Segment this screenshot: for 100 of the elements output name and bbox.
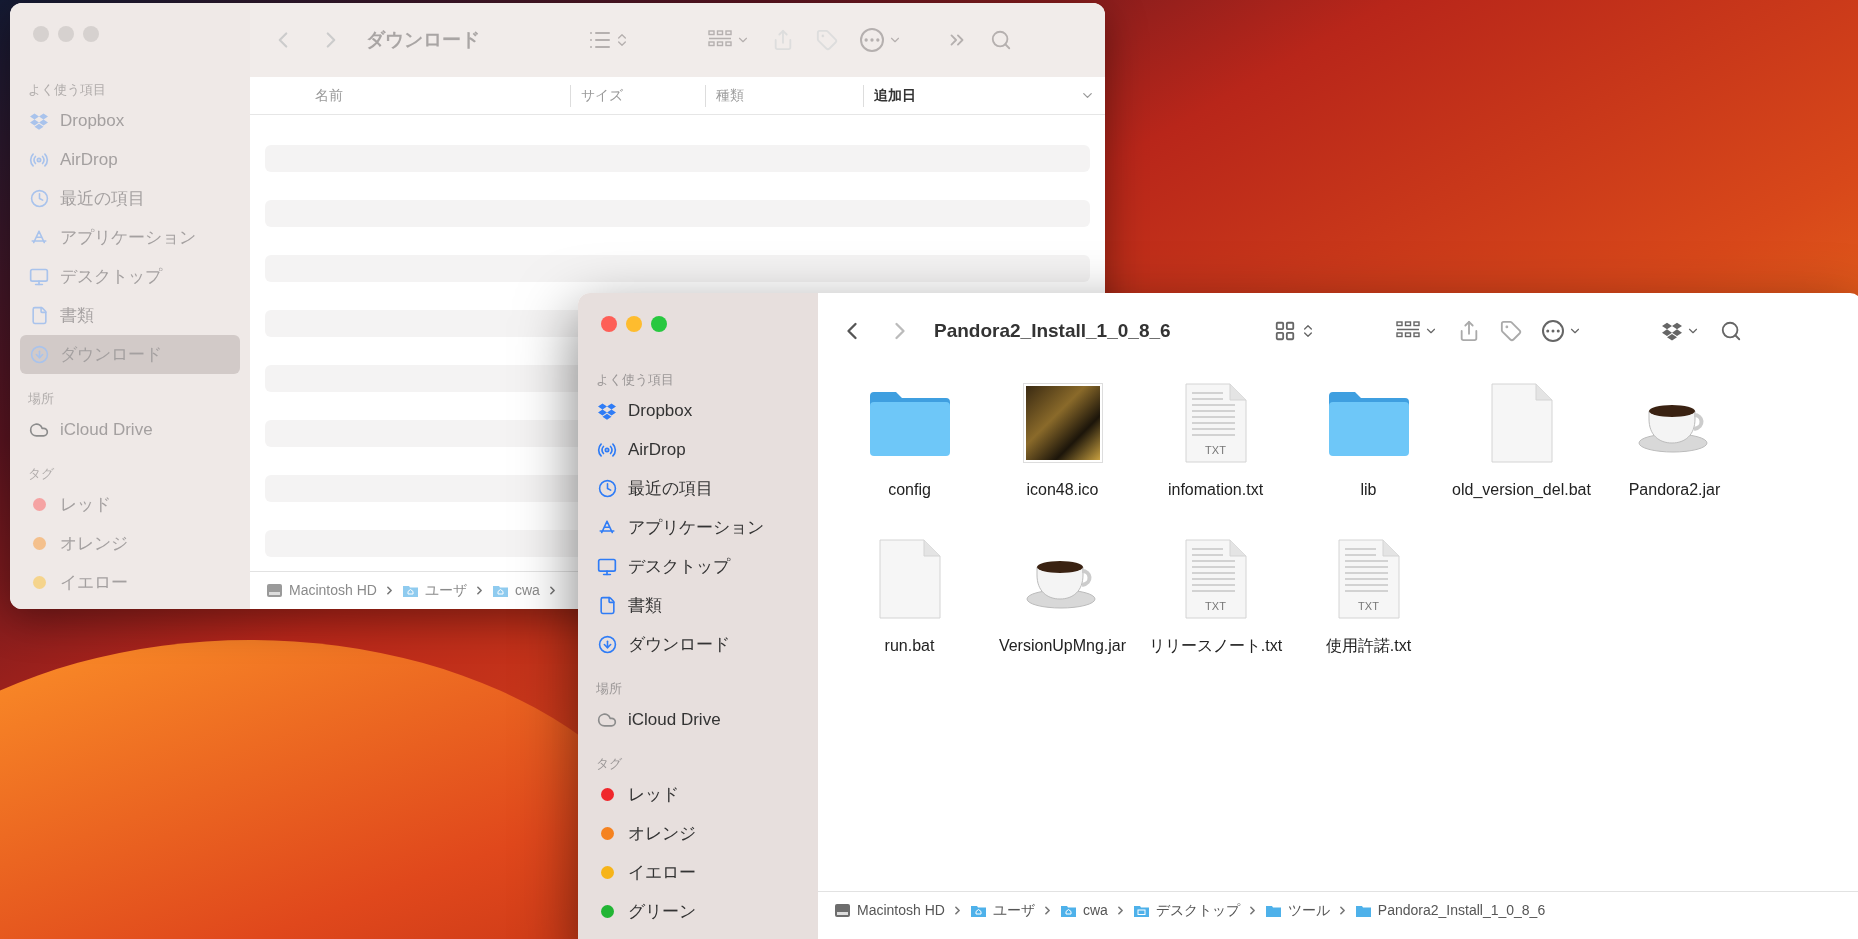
download-icon — [29, 345, 49, 364]
text-document-icon — [1337, 539, 1400, 619]
file-item[interactable]: lib — [1292, 381, 1445, 537]
sidebar-label: オレンジ — [628, 822, 696, 845]
sidebar-item[interactable]: オレンジ — [588, 814, 808, 853]
sidebar-item[interactable]: 最近の項目 — [588, 469, 808, 508]
file-type-label: TXT — [1204, 598, 1227, 614]
home-folder-icon — [491, 583, 509, 598]
sidebar-item[interactable]: 書類 — [588, 586, 808, 625]
sidebar-label: ダウンロード — [628, 633, 730, 656]
download-icon — [597, 635, 617, 654]
clock-icon — [29, 189, 49, 208]
file-name: VersionUpMng.jar — [997, 636, 1128, 656]
sidebar-label: iCloud Drive — [628, 708, 721, 731]
sidebar-item[interactable]: AirDrop — [588, 430, 808, 469]
window-title: Pandora2_Install_1_0_8_6 — [934, 318, 1172, 343]
text-document-icon — [1184, 383, 1247, 463]
home-folder-icon — [1059, 903, 1077, 918]
sidebar-heading: よく使う項目 — [27, 81, 107, 99]
sidebar-label: デスクトップ — [60, 265, 162, 288]
path-segment[interactable]: Pandora2_Install_1_0_8_6 — [1377, 900, 1546, 921]
dropbox-icon — [1662, 321, 1682, 341]
sidebar-heading: タグ — [27, 465, 55, 483]
sidebar-label: iCloud Drive — [60, 418, 153, 441]
home-folder-icon — [969, 903, 987, 918]
path-segment[interactable]: ユーザ — [424, 580, 467, 601]
path-segment[interactable]: cwa — [1082, 900, 1108, 921]
grid-view-icon[interactable] — [1274, 320, 1296, 342]
tag-icon[interactable] — [1500, 320, 1522, 342]
file-item[interactable]: TXT 使用許諾.txt — [1292, 537, 1445, 693]
share-icon[interactable] — [1458, 320, 1480, 342]
folder-icon — [1264, 903, 1282, 918]
path-segment[interactable]: ツール — [1287, 900, 1330, 921]
file-item[interactable]: TXT infomation.txt — [1139, 381, 1292, 537]
monitor-icon — [597, 556, 617, 577]
sidebar-label: グリーン — [628, 900, 696, 923]
sidebar-item[interactable]: iCloud Drive — [588, 700, 808, 739]
monitor-icon — [29, 266, 49, 287]
sidebar-label: レッド — [60, 493, 111, 516]
file-name: config — [887, 480, 932, 500]
path-segment[interactable]: Macintosh HD — [857, 900, 945, 921]
sidebar-item[interactable]: デスクトップ — [588, 547, 808, 586]
file-name: リリースノート.txt — [1147, 636, 1284, 656]
path-segment[interactable]: cwa — [514, 580, 540, 601]
file-name: icon48.ico — [1025, 480, 1100, 500]
blank-document-icon — [1490, 383, 1553, 463]
sidebar-label: イエロー — [628, 861, 696, 884]
sidebar-label: Dropbox — [60, 109, 125, 132]
sidebar-label: 最近の項目 — [60, 187, 145, 210]
sidebar-label: アプリケーション — [628, 516, 764, 539]
path-segment[interactable]: Macintosh HD — [289, 580, 377, 601]
file-name: Pandora2.jar — [1627, 480, 1722, 500]
file-item[interactable]: config — [833, 381, 986, 537]
sidebar-item[interactable]: ダウンロード — [588, 625, 808, 664]
file-item[interactable]: icon48.ico — [986, 381, 1139, 537]
text-document-icon — [1184, 539, 1247, 619]
file-name: old_version_del.bat — [1451, 480, 1592, 500]
sidebar-label: レッド — [628, 783, 679, 806]
sidebar-label: アプリケーション — [60, 226, 196, 249]
column-heading[interactable]: 追加日 — [863, 84, 1105, 107]
file-item[interactable]: run.bat — [833, 537, 986, 693]
file-name: lib — [1359, 480, 1378, 500]
folder-icon — [1354, 903, 1372, 918]
file-item[interactable]: VersionUpMng.jar — [986, 537, 1139, 693]
sidebar-label: 最近の項目 — [628, 477, 713, 500]
sidebar-label: オレンジ — [60, 532, 128, 555]
document-icon — [597, 596, 617, 615]
search-icon[interactable] — [1720, 320, 1742, 342]
path-segment[interactable]: デスクトップ — [1155, 900, 1240, 921]
file-item[interactable]: old_version_del.bat — [1445, 381, 1598, 537]
file-name: run.bat — [883, 636, 936, 656]
dropbox-icon — [30, 111, 48, 130]
sidebar-label: 書類 — [60, 304, 94, 327]
sidebar-label: 書類 — [628, 594, 662, 617]
more-icon[interactable] — [1542, 320, 1564, 342]
sidebar-item[interactable]: アプリケーション — [588, 508, 808, 547]
sidebar-label: Dropbox — [628, 399, 693, 422]
document-icon — [29, 306, 49, 325]
home-folder-icon — [401, 583, 419, 598]
sidebar-label: AirDrop — [628, 438, 686, 461]
sidebar-item[interactable]: イエロー — [588, 853, 808, 892]
file-item[interactable]: TXT リリースノート.txt — [1139, 537, 1292, 693]
sidebar-item[interactable]: グリーン — [588, 892, 808, 931]
file-name: infomation.txt — [1166, 480, 1265, 500]
clock-icon — [597, 479, 617, 498]
sidebar-item[interactable]: レッド — [588, 775, 808, 814]
sidebar-heading: よく使う項目 — [595, 371, 675, 389]
sidebar-label: イエロー — [60, 571, 128, 594]
file-type-label: TXT — [1204, 442, 1227, 458]
file-type-label: TXT — [1357, 598, 1380, 614]
dropbox-icon — [598, 401, 616, 420]
sidebar-heading: 場所 — [27, 390, 55, 408]
sidebar-label: AirDrop — [60, 148, 118, 171]
file-item[interactable]: Pandora2.jar — [1598, 381, 1751, 537]
desktop-folder-icon — [1132, 903, 1150, 918]
sidebar-heading: タグ — [595, 755, 623, 773]
path-segment[interactable]: ユーザ — [992, 900, 1035, 921]
sidebar-heading: 場所 — [595, 680, 623, 698]
blank-document-icon — [878, 539, 941, 619]
sidebar-item[interactable]: Dropbox — [588, 391, 808, 430]
